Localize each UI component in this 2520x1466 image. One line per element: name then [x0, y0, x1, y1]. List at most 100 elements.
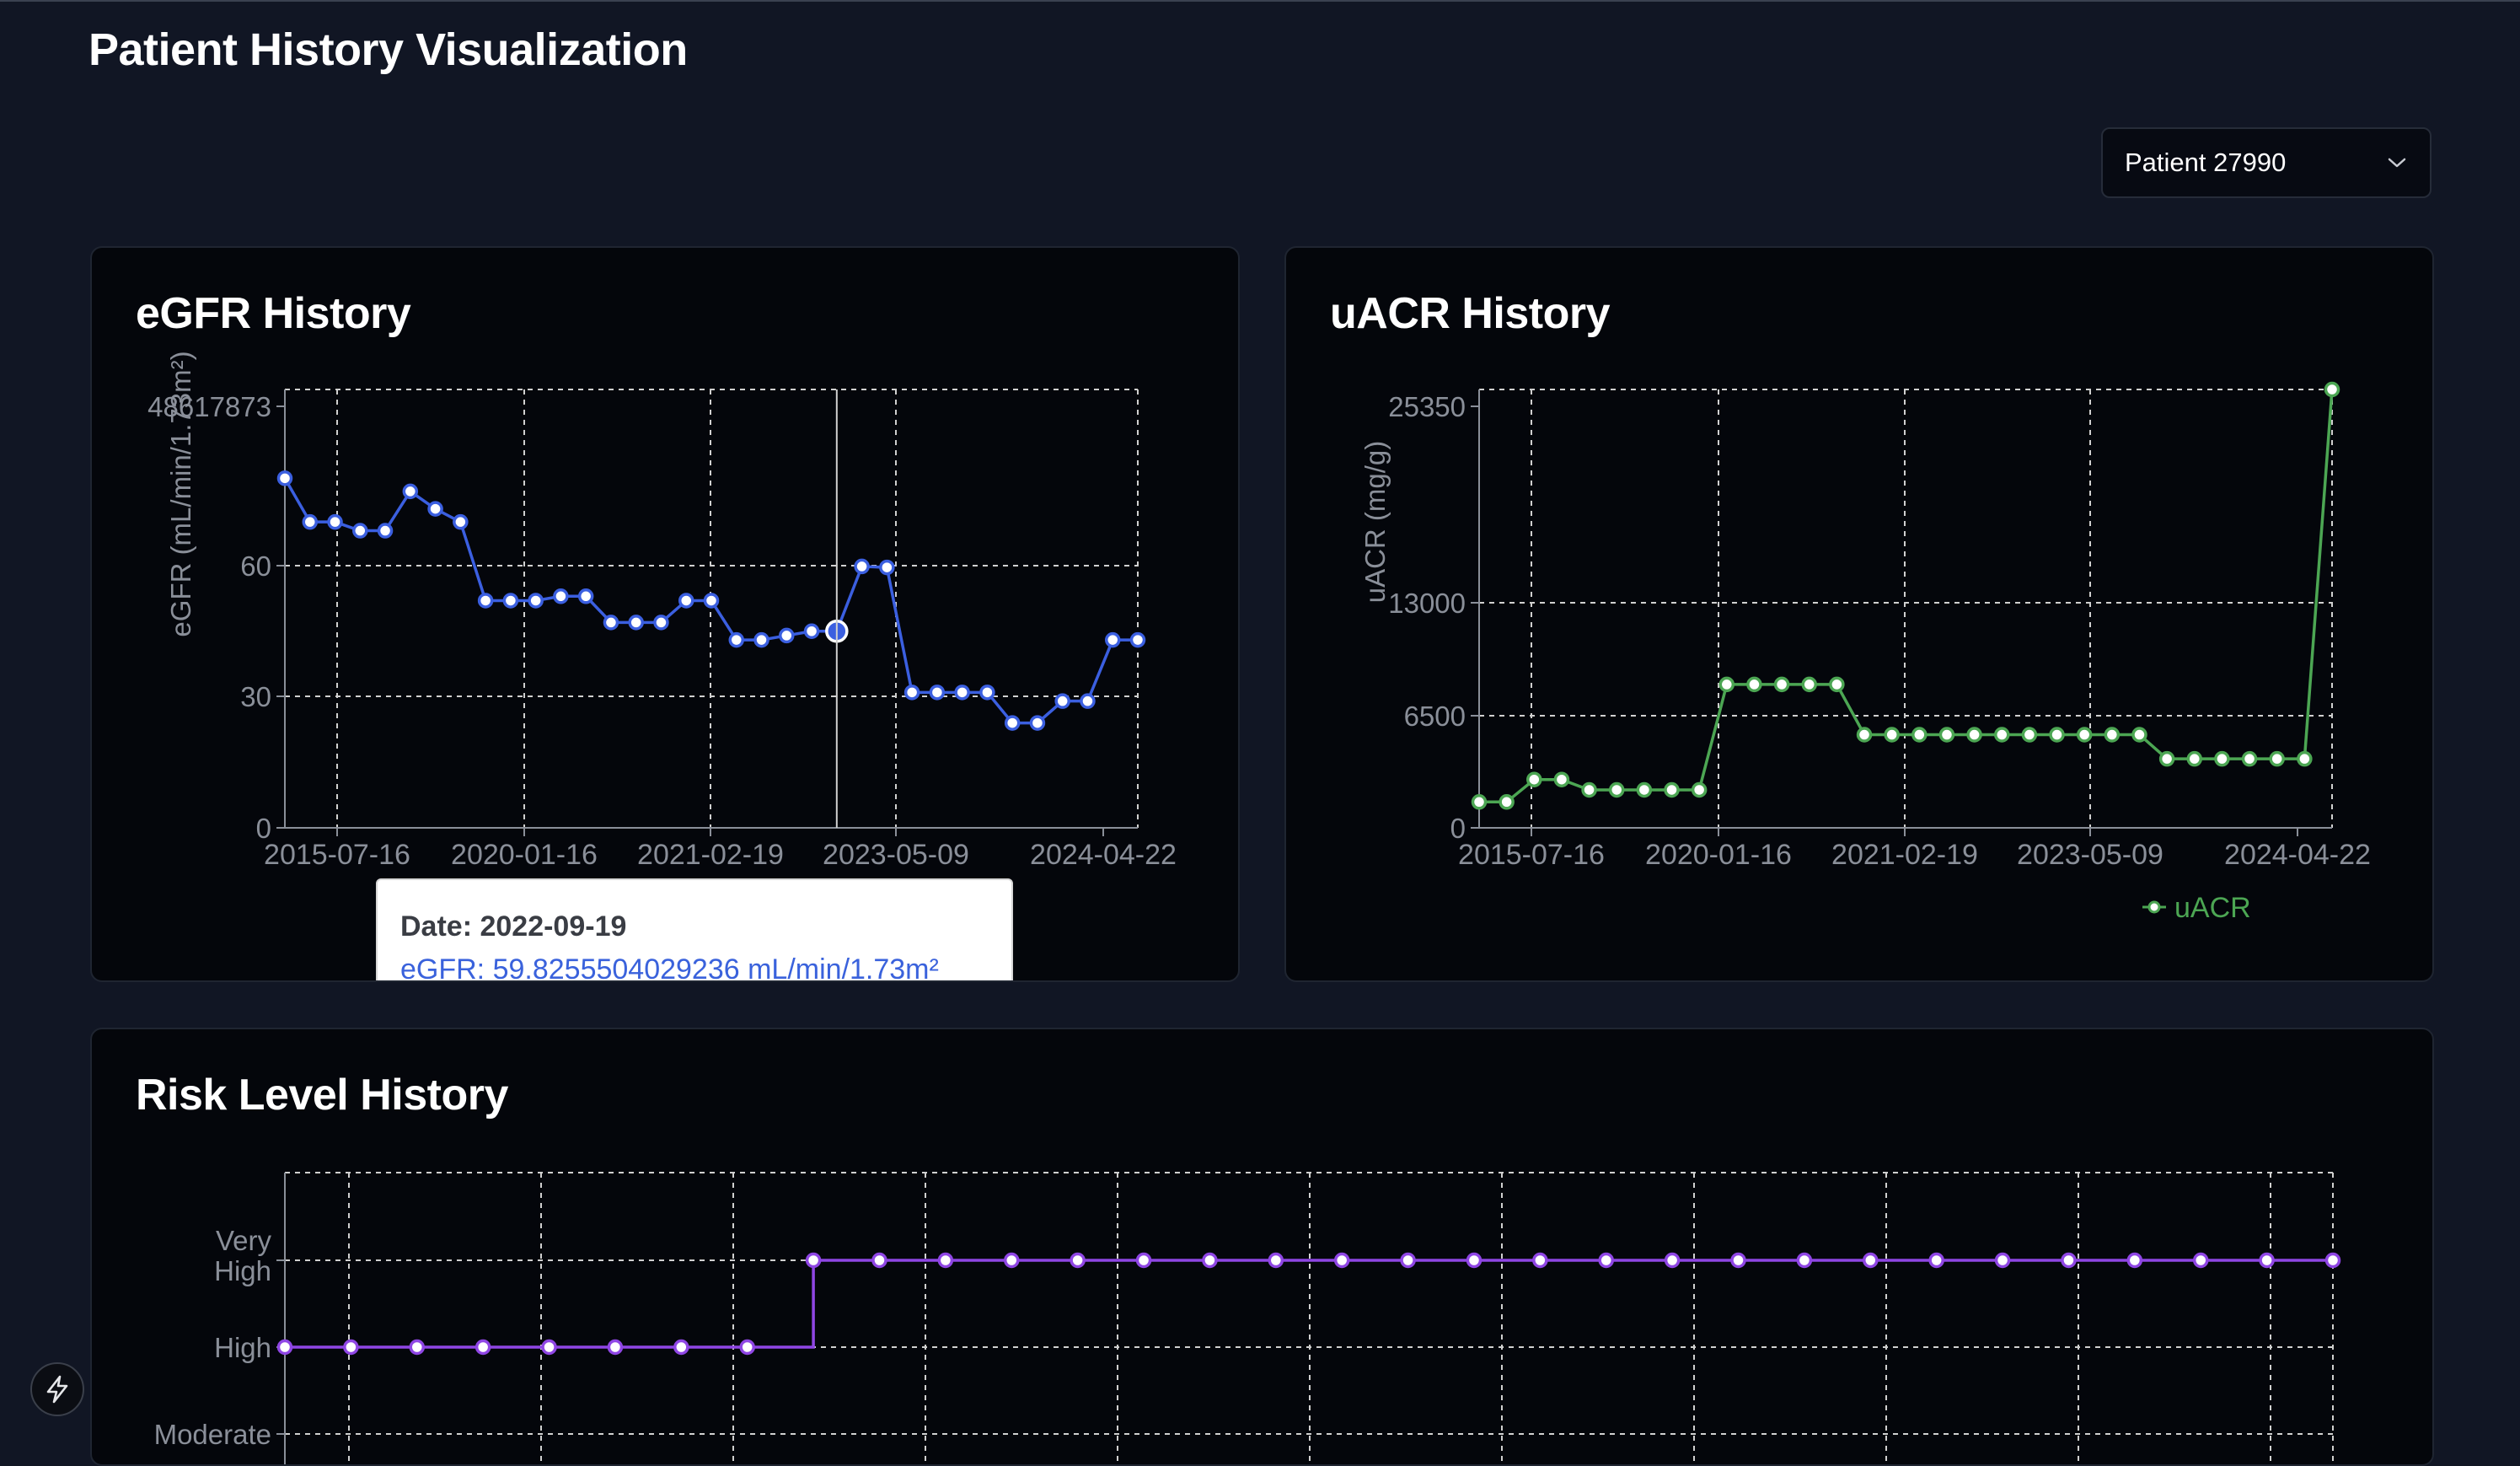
data-point: [1202, 1252, 1218, 1269]
data-point: [2186, 750, 2203, 767]
data-point: [1129, 631, 1146, 648]
x-tick-label: 2020-01-16: [451, 839, 598, 871]
data-point: [1773, 676, 1790, 693]
x-tick-label: 2023-05-09: [2017, 839, 2163, 871]
data-point: [1730, 1252, 1746, 1269]
x-tick-label: 2015-07-16: [264, 839, 410, 871]
data-point: [779, 627, 795, 644]
page-title: Patient History Visualization: [88, 24, 688, 75]
data-point: [327, 513, 343, 530]
lightning-icon: [46, 1375, 68, 1404]
legend-swatch-marker: [2147, 900, 2161, 914]
data-point: [352, 523, 368, 539]
data-point: [1928, 1252, 1944, 1269]
data-point: [879, 559, 895, 576]
data-point: [1801, 676, 1817, 693]
data-point: [427, 501, 443, 517]
chevron-down-icon: [2386, 152, 2408, 174]
data-point: [2131, 727, 2147, 743]
data-point: [753, 631, 769, 648]
data-point: [302, 513, 319, 530]
x-tick-label: 2023-05-09: [823, 839, 969, 871]
data-point: [1994, 1252, 2011, 1269]
data-point: [2241, 750, 2258, 767]
data-point: [1471, 794, 1488, 810]
data-point: [1718, 676, 1735, 693]
data-point: [603, 615, 619, 631]
data-point: [854, 558, 870, 575]
data-point: [673, 1339, 689, 1356]
data-point: [2076, 727, 2093, 743]
y-tick-label: High: [214, 1332, 271, 1363]
data-point: [1966, 727, 1982, 743]
data-point: [1004, 1252, 1020, 1269]
data-point: [628, 615, 644, 631]
x-tick-label: 2024-04-22: [2224, 839, 2371, 871]
data-point: [553, 588, 569, 604]
data-point: [1829, 676, 1845, 693]
data-point: [1499, 794, 1515, 810]
uacr-card: uACR History 0 6500 13000 25350 2015-07-16 20…: [1284, 246, 2434, 982]
data-point: [2158, 750, 2175, 767]
x-tick-label: 2015-07-16: [1458, 839, 1605, 871]
data-point: [475, 1339, 491, 1356]
data-point: [1664, 1252, 1681, 1269]
data-point: [1268, 1252, 1284, 1269]
data-point: [1004, 715, 1021, 731]
y-tick-label: Moderate: [154, 1419, 271, 1450]
risk-card: Risk Level History Moderate High Very High: [90, 1028, 2434, 1466]
data-point: [409, 1339, 426, 1356]
data-point: [1664, 781, 1680, 798]
data-point: [803, 623, 820, 639]
data-point: [703, 593, 720, 609]
data-point: [954, 685, 970, 701]
x-tick-label: 2024-04-22: [1030, 839, 1177, 871]
data-point: [937, 1252, 954, 1269]
data-point: [343, 1339, 359, 1356]
data-point: [453, 513, 469, 530]
data-point: [1746, 676, 1762, 693]
data-point: [1532, 1252, 1548, 1269]
data-point: [1333, 1252, 1350, 1269]
data-point: [2104, 727, 2121, 743]
tooltip-value: eGFR: 59.8255504029236 mL/min/1.73m²: [400, 953, 939, 982]
data-point: [871, 1252, 887, 1269]
data-point: [577, 588, 594, 604]
data-point: [528, 593, 544, 609]
data-point: [377, 523, 394, 539]
data-point: [1911, 727, 1928, 743]
data-point: [276, 470, 293, 486]
y-tick-label: 30: [240, 681, 271, 712]
data-point: [2324, 381, 2340, 398]
data-point: [502, 593, 519, 609]
data-point: [805, 1252, 822, 1269]
data-point: [1526, 771, 1542, 787]
data-point: [1938, 727, 1955, 743]
uacr-chart: 0650013000253502015-07-16 2020-01-16 2021-…: [1359, 381, 2371, 924]
y-axis-label: eGFR (mL/min/1.73m²): [165, 351, 196, 636]
data-point: [1466, 1252, 1483, 1269]
series-line: [285, 1259, 2333, 1349]
data-point: [2259, 1252, 2275, 1269]
patient-select[interactable]: Patient 27990: [2101, 127, 2432, 198]
egfr-tooltip: Date: 2022-09-19 eGFR: 59.8255504029236 …: [376, 878, 1013, 982]
data-point: [739, 1339, 755, 1356]
risk-chart: Moderate High Very High: [154, 1172, 2341, 1464]
data-point: [1054, 693, 1070, 709]
data-point: [2061, 1252, 2077, 1269]
data-point: [2297, 750, 2313, 767]
legend-label: uACR: [2174, 892, 2251, 924]
patient-select-value: Patient 27990: [2125, 148, 2287, 177]
data-point: [1796, 1252, 1813, 1269]
data-point: [678, 593, 694, 609]
data-point: [1608, 781, 1625, 798]
data-point: [1691, 781, 1708, 798]
y-tick-label: 6500: [1404, 701, 1466, 732]
data-point: [1581, 781, 1597, 798]
data-point: [728, 631, 745, 648]
top-border: [0, 0, 2520, 2]
lightning-button[interactable]: [30, 1362, 84, 1416]
data-point: [276, 1339, 293, 1356]
data-point: [903, 685, 920, 701]
data-point: [1104, 631, 1121, 648]
